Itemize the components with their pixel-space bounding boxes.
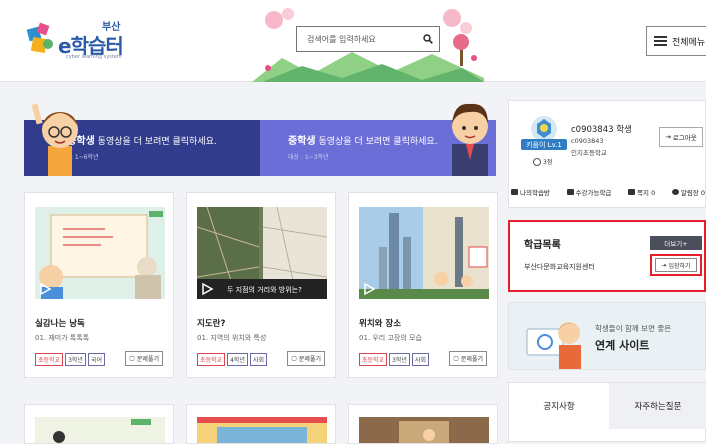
logout-icon: ⇥: [665, 133, 671, 141]
linked-site-illustration: [526, 322, 581, 369]
solve-quiz-label: 문제풀기: [460, 356, 483, 363]
video-title[interactable]: 지도란?: [197, 317, 225, 329]
logo-mark-icon: [26, 22, 53, 54]
quick-link-notices[interactable]: 알림장 0: [671, 187, 705, 197]
level-badge-icon: 키움이 Lv.1: [521, 116, 567, 150]
class-list-title: 학급목록: [524, 240, 561, 251]
solve-quiz-button[interactable]: ▢ 문제풀기: [125, 351, 163, 366]
tag-list: 초등학교 3학년 국어: [35, 353, 105, 366]
hamburger-icon: [654, 36, 667, 46]
video-unit: 01. 지역의 위치와 특성: [197, 334, 267, 342]
tag-grade: 3학년: [389, 353, 410, 366]
badge-label: 키움이 Lv.1: [526, 140, 562, 149]
hero-banner: 초등학생 동영상을 더 보려면 클릭하세요. 대상 : 1~6학년 중학생 동영…: [24, 94, 496, 176]
class-name[interactable]: 부산다문화교육지원센터: [524, 262, 595, 272]
tab-notices[interactable]: 공지사항: [509, 383, 609, 429]
video-thumbnail[interactable]: [359, 417, 489, 444]
tag-grade: 3학년: [65, 353, 86, 366]
video-unit: 01. 재미가 톡톡톡: [35, 334, 90, 342]
logo[interactable]: 부산 e학습터 cyber learning system: [24, 18, 134, 62]
video-card[interactable]: 두 지점의 거리와 방위는? 지도란? 01. 지역의 위치와 특성 초등학교 …: [186, 192, 336, 378]
svg-text:두 지점의 거리와 방위는?: 두 지점의 거리와 방위는?: [227, 285, 302, 294]
video-card[interactable]: 위치와 장소 01. 우리 고장의 모습 초등학교 3학년 사회 ▢ 문제풀기: [348, 192, 498, 378]
search-box[interactable]: [296, 26, 440, 52]
more-button[interactable]: 더보기+: [650, 236, 702, 250]
video-card[interactable]: [348, 404, 498, 444]
notice-box: 공지사항 자주하는질문: [508, 382, 706, 442]
tag-subject: 국어: [87, 353, 105, 366]
all-menu-button[interactable]: 전체메뉴: [646, 26, 706, 56]
linked-sites-caption: 학생들이 함께 보면 좋은: [595, 324, 672, 333]
tag-school: 초등학교: [197, 353, 226, 366]
tag-subject: 사회: [249, 353, 267, 366]
class-icon: [566, 189, 574, 195]
quick-link-available-class[interactable]: 수강가능학급: [566, 187, 611, 197]
middle-title-rest: 동영상을 더 보려면 클릭하세요.: [315, 137, 438, 147]
tab-faq[interactable]: 자주하는질문: [609, 383, 706, 429]
logout-button[interactable]: ⇥ 로그아웃: [659, 127, 703, 147]
linked-sites-banner[interactable]: 학생들이 함께 보면 좋은 연계 사이트: [508, 302, 706, 370]
video-thumbnail[interactable]: 두 지점의 거리와 방위는?: [197, 207, 327, 299]
video-card[interactable]: [186, 404, 336, 444]
user-points: 3점: [533, 157, 552, 166]
quick-link-my-study[interactable]: 나의학습방: [511, 187, 550, 197]
tag-subject: 사회: [411, 353, 429, 366]
tag-list: 초등학교 3학년 사회: [359, 353, 429, 366]
alarm-icon: [671, 189, 679, 195]
logo-subtitle: cyber learning system: [66, 54, 122, 60]
enter-class-highlight: ⇥ 입장하기: [650, 254, 702, 276]
quick-link-messages[interactable]: 쪽지 0: [628, 187, 655, 197]
video-thumbnail[interactable]: [197, 417, 327, 444]
elementary-title-rest: 동영상을 더 보려면 클릭하세요.: [94, 137, 217, 147]
solve-quiz-label: 문제풀기: [136, 356, 159, 363]
play-icon[interactable]: [200, 282, 214, 296]
mail-icon: [628, 189, 636, 195]
all-menu-label: 전체메뉴: [672, 37, 706, 48]
play-icon[interactable]: [362, 282, 376, 296]
video-title[interactable]: 실감나는 낭독: [35, 317, 85, 329]
video-thumbnail[interactable]: [359, 207, 489, 299]
enter-icon: ⇥: [661, 261, 667, 269]
quiz-icon: ▢: [291, 355, 297, 362]
middle-target: 대상 : 1~3학년: [288, 154, 329, 161]
solve-quiz-label: 문제풀기: [298, 356, 321, 363]
tag-list: 초등학교 4학년 사회: [197, 353, 267, 366]
user-id: c0903843: [571, 137, 604, 145]
video-card[interactable]: [24, 404, 174, 444]
linked-sites-title: 연계 사이트: [595, 339, 650, 352]
play-icon[interactable]: [38, 282, 52, 296]
logout-label: 로그아웃: [672, 134, 697, 142]
quiz-icon: ▢: [453, 355, 459, 362]
enter-label: 입장하기: [668, 262, 691, 270]
class-list-box: 학급목록 더보기+ 부산다문화교육지원센터 ⇥ 입장하기: [508, 220, 706, 292]
header: 부산 e학습터 cyber learning system 전체메뉴: [0, 0, 706, 82]
user-name: c0903843 학생: [571, 125, 632, 135]
search-icon[interactable]: [417, 28, 439, 50]
solve-quiz-button[interactable]: ▢ 문제풀기: [287, 351, 325, 366]
video-card[interactable]: 실감나는 낭독 01. 재미가 톡톡톡 초등학교 3학년 국어 ▢ 문제풀기: [24, 192, 174, 378]
enter-class-button[interactable]: ⇥ 입장하기: [655, 258, 697, 272]
tag-school: 초등학교: [359, 353, 388, 366]
user-school: 인지초등학교: [571, 149, 607, 157]
tag-grade: 4학년: [227, 353, 248, 366]
monitor-icon: [511, 189, 518, 195]
points-value: 3점: [543, 159, 553, 166]
elementary-student-illustration: [31, 103, 78, 176]
quick-links: 나의학습방 수강가능학급 쪽지 0 알림장 0: [509, 187, 706, 197]
middle-student-illustration: [452, 103, 488, 176]
middle-title-bold: 중학생: [288, 136, 316, 147]
points-icon: [533, 157, 541, 166]
video-unit: 01. 우리 고장의 모습: [359, 334, 422, 342]
video-title[interactable]: 위치와 장소: [359, 317, 401, 329]
video-thumbnail[interactable]: [35, 207, 165, 299]
quiz-icon: ▢: [129, 355, 135, 362]
search-input[interactable]: [297, 27, 417, 51]
solve-quiz-button[interactable]: ▢ 문제풀기: [449, 351, 487, 366]
tag-school: 초등학교: [35, 353, 64, 366]
user-panel: 키움이 Lv.1 3점 c0903843 학생 c0903843 인지초등학교 …: [508, 100, 706, 208]
video-thumbnail[interactable]: [35, 417, 165, 444]
